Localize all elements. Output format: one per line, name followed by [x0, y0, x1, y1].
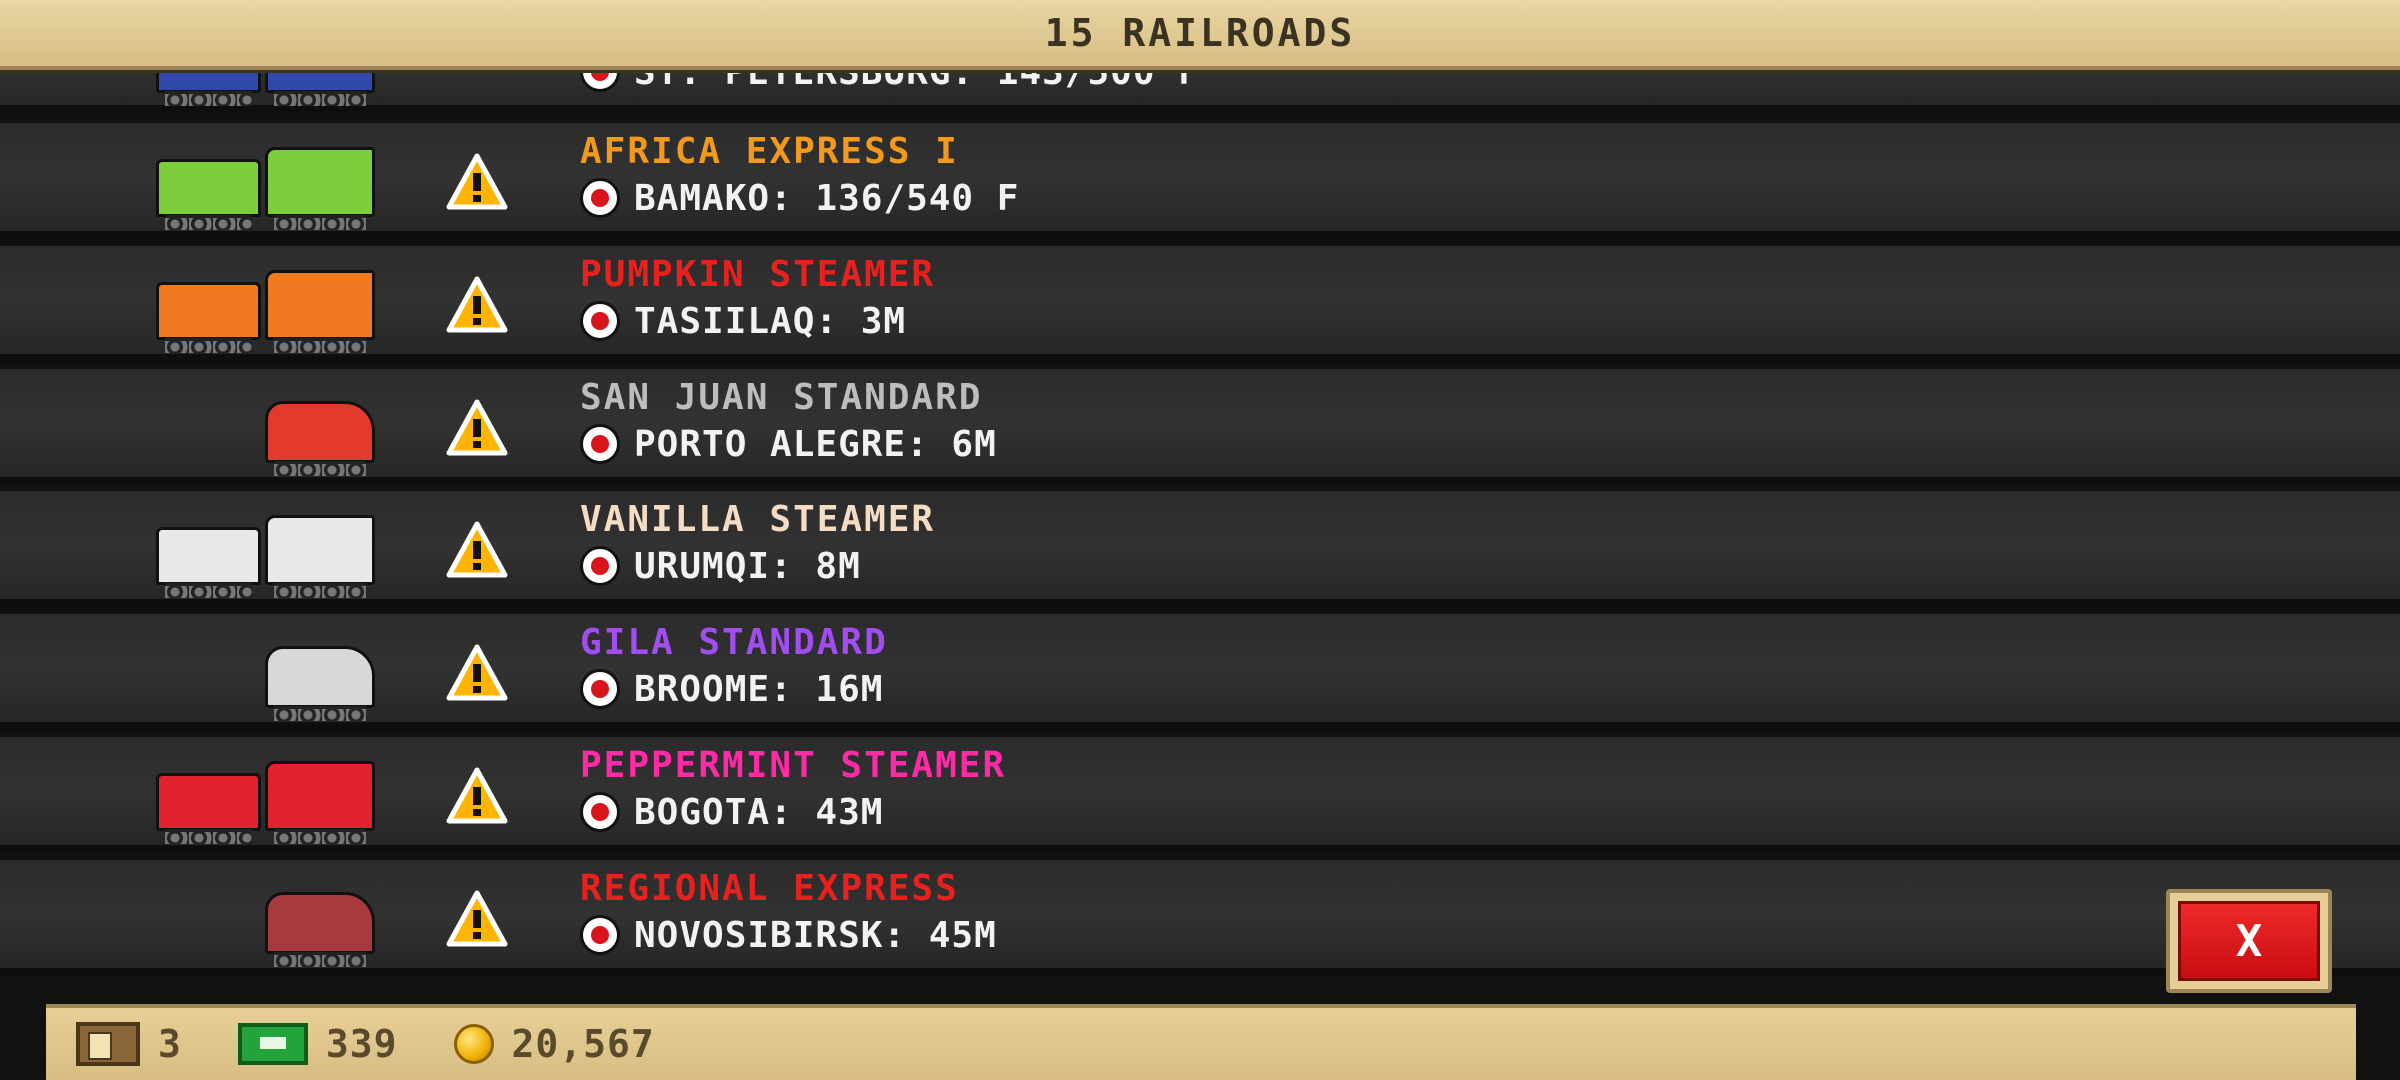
location-pin-icon [580, 915, 620, 955]
locomotive [265, 761, 375, 844]
destination: URUMQI: 8M [580, 541, 861, 591]
train-row[interactable]: PEPPERMINT STEAMER BOGOTA: 43M [0, 737, 2400, 853]
close-button[interactable]: X [2166, 889, 2332, 993]
railroad-list[interactable]: E⁞FST. PETERSBURG: 143/500 F AFRICA EXPR… [0, 45, 2400, 997]
tender-car [156, 773, 261, 844]
tender-car [156, 282, 261, 353]
warning-icon[interactable] [446, 644, 508, 702]
warning-icon[interactable] [446, 276, 508, 334]
train-row[interactable]: PUMPKIN STEAMER TASIILAQ: 3M [0, 246, 2400, 362]
train-name: PEPPERMINT STEAMER [580, 745, 1007, 786]
cash-counter: 339 [237, 1022, 398, 1066]
warning-icon[interactable] [446, 890, 508, 948]
train-sprite [156, 141, 375, 230]
location-pin-icon [580, 178, 620, 218]
location-pin-icon [580, 792, 620, 832]
destination-text: BROOME: 16M [634, 668, 884, 710]
destination-text: NOVOSIBIRSK: 45M [634, 914, 997, 956]
coins-value: 20,567 [511, 1022, 655, 1066]
train-sprite [265, 878, 375, 967]
destination: BOGOTA: 43M [580, 787, 883, 837]
warning-icon[interactable] [446, 767, 508, 825]
train-name: GILA STANDARD [580, 622, 888, 663]
locomotive [265, 270, 375, 353]
coins-counter: 20,567 [453, 1022, 655, 1066]
train-row[interactable]: AFRICA EXPRESS I BAMAKO: 136/540 F [0, 123, 2400, 239]
crates-value: 3 [158, 1022, 182, 1066]
train-name: SAN JUAN STANDARD [580, 377, 983, 418]
destination: TASIILAQ: 3M [580, 296, 906, 346]
locomotive [265, 646, 375, 721]
destination: NOVOSIBIRSK: 45M [580, 910, 997, 960]
train-row[interactable]: SAN JUAN STANDARD PORTO ALEGRE: 6M [0, 369, 2400, 485]
destination: BAMAKO: 136/540 F [580, 173, 1019, 223]
destination: BROOME: 16M [580, 664, 883, 714]
train-row[interactable]: GILA STANDARD BROOME: 16M [0, 614, 2400, 730]
cash-icon [237, 1023, 308, 1065]
warning-icon[interactable] [446, 521, 508, 579]
location-pin-icon [580, 424, 620, 464]
destination-text: BOGOTA: 43M [634, 791, 884, 833]
location-pin-icon [580, 301, 620, 341]
header-bar: 15 RAILROADS [0, 0, 2400, 70]
crates-counter: 3 [76, 1022, 182, 1066]
location-pin-icon [580, 669, 620, 709]
train-sprite [265, 387, 375, 476]
crate-icon [76, 1022, 140, 1066]
resource-bar: 3 339 20,567 [46, 1004, 2356, 1080]
train-row[interactable]: VANILLA STEAMER URUMQI: 8M [0, 491, 2400, 607]
warning-icon[interactable] [446, 399, 508, 457]
train-sprite [156, 755, 375, 844]
tender-car [156, 527, 261, 598]
locomotive [265, 892, 375, 967]
locomotive [265, 515, 375, 598]
destination-text: TASIILAQ: 3M [634, 300, 907, 342]
destination-text: BAMAKO: 136/540 F [634, 177, 1020, 219]
coin-icon [453, 1024, 494, 1064]
page-title: 15 RAILROADS [1044, 11, 1356, 55]
destination-text: URUMQI: 8M [634, 545, 861, 587]
train-name: AFRICA EXPRESS I [580, 131, 959, 172]
locomotive [265, 147, 375, 230]
close-icon: X [2178, 901, 2320, 981]
cash-value: 339 [325, 1022, 398, 1066]
train-name: REGIONAL EXPRESS [580, 868, 959, 909]
locomotive [265, 401, 375, 476]
destination: PORTO ALEGRE: 6M [580, 419, 997, 469]
train-sprite [156, 264, 375, 353]
train-sprite [265, 632, 375, 721]
destination-text: PORTO ALEGRE: 6M [634, 423, 997, 465]
train-name: PUMPKIN STEAMER [580, 254, 936, 295]
warning-icon[interactable] [446, 153, 508, 211]
tender-car [156, 159, 261, 230]
train-name: VANILLA STEAMER [580, 499, 936, 540]
location-pin-icon [580, 546, 620, 586]
train-sprite [156, 509, 375, 598]
train-row[interactable]: REGIONAL EXPRESS NOVOSIBIRSK: 45M [0, 860, 2400, 976]
